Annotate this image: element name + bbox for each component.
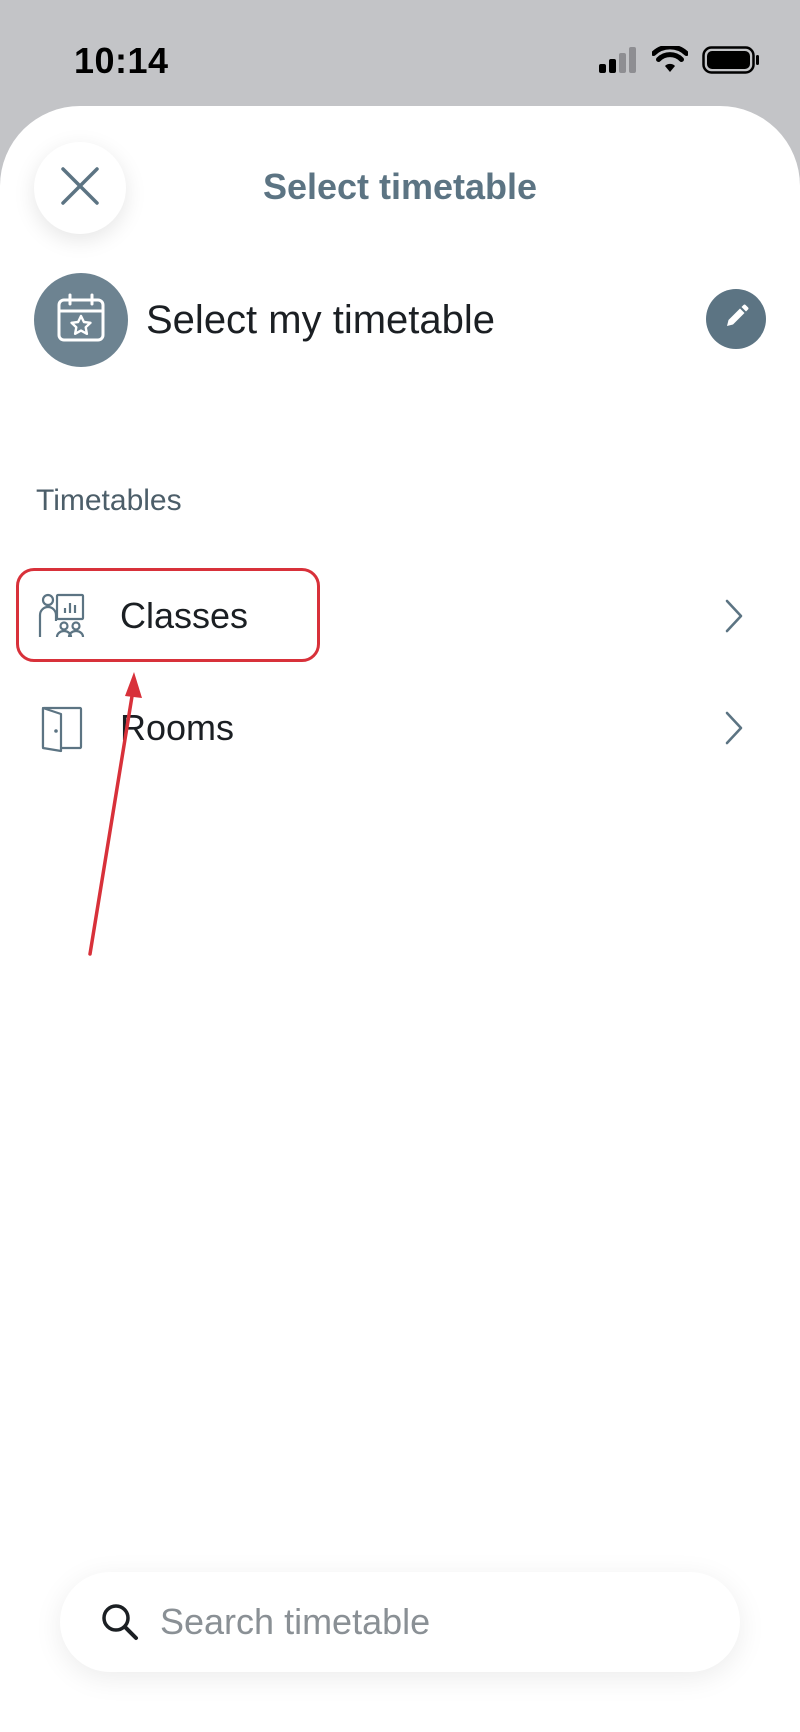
calendar-star-icon (55, 292, 107, 349)
select-my-timetable-row[interactable]: Select my timetable (34, 272, 766, 368)
select-my-timetable-label: Select my timetable (146, 297, 496, 342)
pencil-icon (723, 304, 749, 335)
class-presentation-icon (32, 586, 92, 646)
search-bar[interactable] (60, 1572, 740, 1672)
timetable-item-rooms[interactable]: Rooms (18, 680, 782, 776)
door-icon (32, 698, 92, 758)
status-time: 10:14 (74, 40, 169, 81)
edit-button[interactable] (706, 289, 766, 349)
section-header-timetables: Timetables (36, 484, 182, 517)
chevron-right-icon (724, 710, 744, 751)
app-screen: 10:14 Select timetable Select my timetab… (0, 0, 800, 1732)
my-timetable-avatar (34, 273, 128, 367)
status-bar: 10:14 (0, 0, 800, 106)
timetable-item-label: Rooms (120, 707, 235, 748)
wifi-icon (651, 44, 689, 79)
chevron-right-icon (724, 598, 744, 639)
timetable-item-classes[interactable]: Classes (18, 568, 782, 664)
battery-icon (702, 46, 760, 79)
status-icons (598, 44, 760, 79)
search-icon (100, 1602, 140, 1642)
select-timetable-sheet: Select timetable Select my timetable Tim… (0, 106, 800, 1732)
timetable-item-label: Classes (120, 595, 249, 636)
page-title: Select timetable (262, 166, 538, 207)
cellular-signal-icon (598, 47, 638, 78)
search-input[interactable] (158, 1600, 702, 1644)
